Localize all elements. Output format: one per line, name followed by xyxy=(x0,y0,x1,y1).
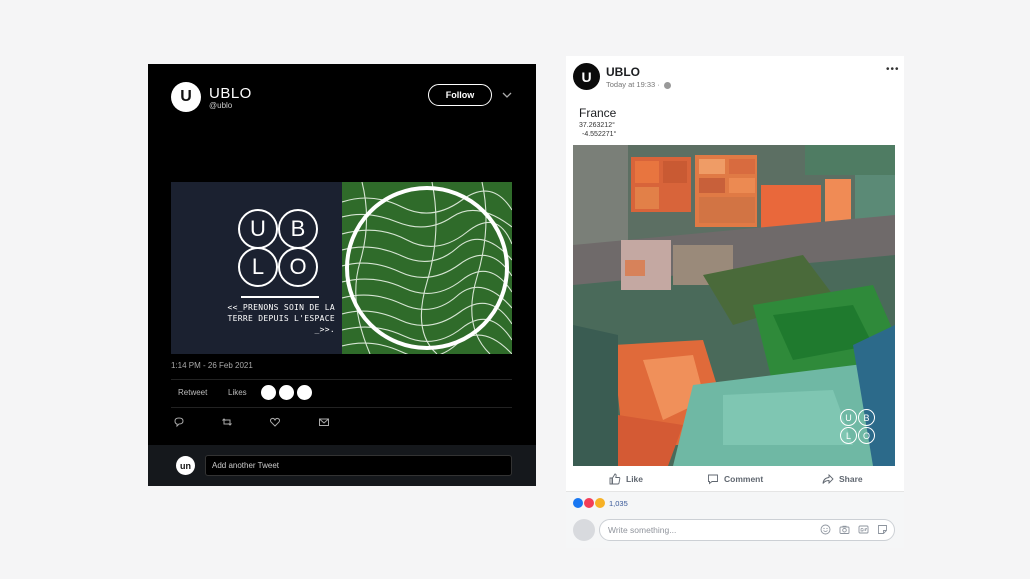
post-location: France xyxy=(579,106,617,120)
emoji-icon[interactable] xyxy=(820,524,831,535)
reactions-bar[interactable]: 1,035 xyxy=(566,491,904,513)
media-tagline: <<_PRENONS SOIN DE LA TERRE DEPUIS L'ESP… xyxy=(227,303,335,334)
share-button[interactable]: Share xyxy=(822,473,863,485)
tweet-date: 1:14 PM - 26 Feb 2021 xyxy=(171,361,253,370)
twitter-avatar[interactable]: U xyxy=(171,82,201,112)
longitude: -4.552271° xyxy=(582,131,617,138)
liker-avatar[interactable] xyxy=(279,385,294,400)
reaction-count[interactable]: 1,035 xyxy=(609,499,628,508)
logo-letter: O xyxy=(858,427,875,444)
retweet-icon[interactable] xyxy=(221,416,233,428)
reply-composer: un Add another Tweet xyxy=(148,445,536,486)
more-options-button[interactable]: ••• xyxy=(886,64,900,75)
comment-composer: Write something... xyxy=(566,513,904,548)
media-brand-panel: U B L O <<_PRENONS SOIN DE LA TERRE DEPU… xyxy=(171,182,342,354)
globe-icon xyxy=(663,81,671,89)
facebook-avatar[interactable]: U xyxy=(573,63,600,90)
follow-button[interactable]: Follow xyxy=(428,84,492,106)
liker-avatar[interactable] xyxy=(261,385,276,400)
ublo-watermark-logo: U B L O xyxy=(840,409,876,445)
share-label: Share xyxy=(839,474,863,484)
post-actions: Like Comment Share xyxy=(566,469,904,491)
satellite-terraces-image xyxy=(342,182,512,354)
like-button[interactable]: Like xyxy=(609,473,643,485)
post-timestamp[interactable]: Today at 19:33 · xyxy=(606,80,671,89)
tagline-rule xyxy=(241,296,319,298)
divider xyxy=(171,407,512,408)
twitter-name[interactable]: UBLO xyxy=(209,85,252,102)
user-avatar[interactable]: un xyxy=(176,456,195,475)
logo-letter: L xyxy=(840,427,857,444)
sticker-icon[interactable] xyxy=(877,524,888,535)
dm-icon[interactable] xyxy=(318,416,330,428)
gif-icon[interactable] xyxy=(858,524,869,535)
likes-label[interactable]: Likes xyxy=(228,388,247,397)
facebook-card: U UBLO Today at 19:33 · ••• France 37.26… xyxy=(566,56,904,548)
comment-label: Comment xyxy=(724,474,764,484)
retweets-label[interactable]: Retweet xyxy=(178,388,207,397)
love-reaction-icon xyxy=(584,498,594,508)
logo-letter: B xyxy=(278,209,318,249)
comment-button[interactable]: Comment xyxy=(707,473,763,485)
avatar-letter: U xyxy=(180,88,192,105)
latitude: 37.263212° xyxy=(579,122,615,129)
logo-letter: O xyxy=(278,247,318,287)
comment-icon xyxy=(708,474,718,485)
reply-icon[interactable] xyxy=(173,416,185,428)
liker-avatar[interactable] xyxy=(297,385,312,400)
share-icon xyxy=(822,473,834,485)
logo-letter: U xyxy=(238,209,278,249)
comment-input[interactable]: Write something... xyxy=(599,519,895,541)
chevron-down-icon[interactable] xyxy=(502,90,512,100)
divider xyxy=(171,379,512,380)
ublo-logo: U B L O xyxy=(238,209,320,289)
add-tweet-input[interactable]: Add another Tweet xyxy=(205,455,512,476)
satellite-salt-pans-image[interactable]: U B L O xyxy=(573,145,895,466)
timestamp-text: Today at 19:33 · xyxy=(606,80,660,89)
like-icon xyxy=(609,473,621,485)
twitter-card: U UBLO @ublo Follow U B L O <<_PRENONS S… xyxy=(148,64,536,486)
like-label: Like xyxy=(626,474,644,484)
tweet-media[interactable]: U B L O <<_PRENONS SOIN DE LA TERRE DEPU… xyxy=(171,182,512,354)
user-avatar[interactable] xyxy=(573,519,595,541)
logo-letter: U xyxy=(840,409,857,426)
twitter-handle[interactable]: @ublo xyxy=(209,101,232,110)
likers-avatars[interactable] xyxy=(261,385,312,400)
like-reaction-icon xyxy=(573,498,583,508)
logo-letter: L xyxy=(238,247,278,287)
wow-reaction-icon xyxy=(595,498,605,508)
page-name[interactable]: UBLO xyxy=(606,65,640,79)
like-icon[interactable] xyxy=(269,416,281,428)
logo-letter: B xyxy=(858,409,875,426)
camera-icon[interactable] xyxy=(839,524,850,535)
